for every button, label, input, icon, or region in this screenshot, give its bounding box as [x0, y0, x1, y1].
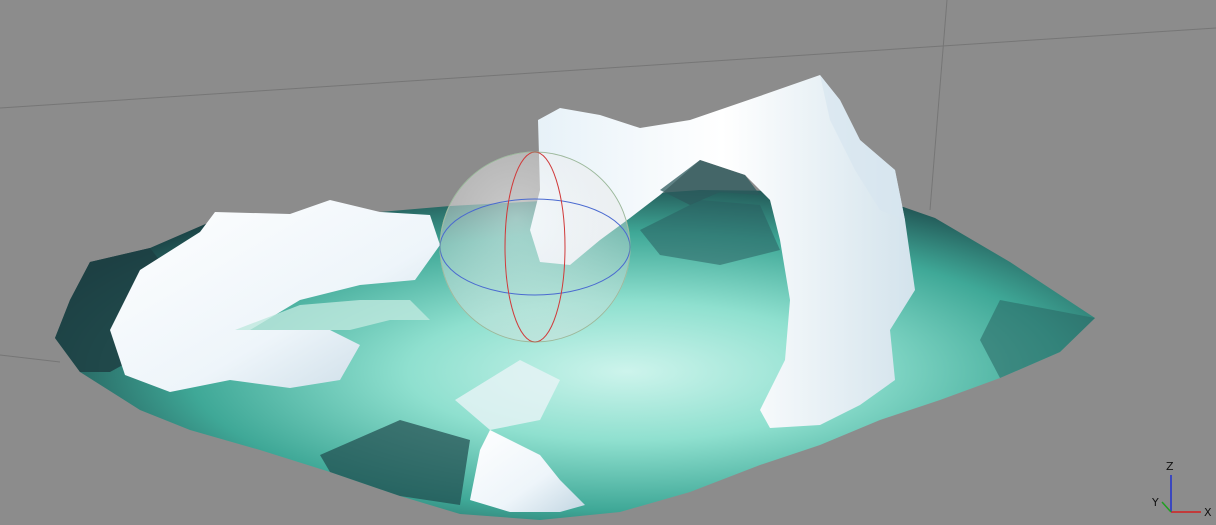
- x-axis-label: X: [1204, 506, 1212, 519]
- y-axis-label: Y: [1151, 496, 1159, 509]
- rotation-sphere-gizmo[interactable]: [439, 151, 631, 343]
- 3d-viewport[interactable]: X Z Y: [0, 0, 1216, 525]
- scene-canvas[interactable]: [0, 0, 1216, 525]
- y-axis-line: [1161, 501, 1172, 513]
- axis-triad: X Z Y: [1151, 460, 1212, 519]
- z-axis-label: Z: [1166, 460, 1174, 473]
